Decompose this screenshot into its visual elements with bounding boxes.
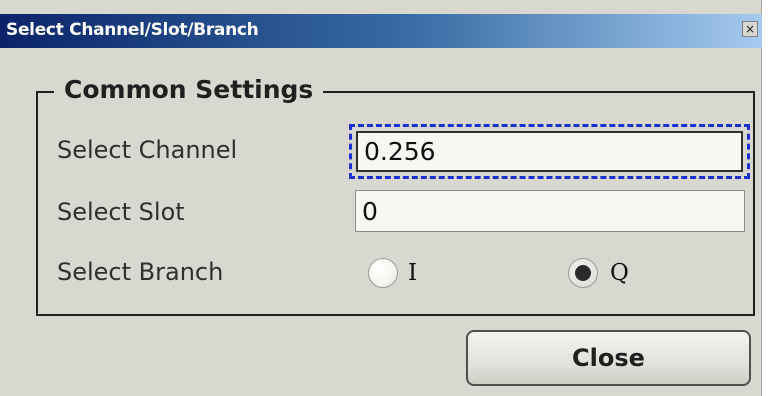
group-title: Common Settings [54, 75, 324, 104]
branch-i-label: I [408, 260, 418, 286]
channel-focus-ring [349, 124, 750, 179]
select-slot-label: Select Slot [57, 198, 185, 226]
select-slot-input[interactable] [355, 190, 745, 232]
window-title: Select Channel/Slot/Branch [6, 20, 259, 40]
select-channel-input[interactable] [356, 131, 743, 172]
window-close-icon[interactable]: × [742, 21, 758, 37]
branch-i-radio[interactable] [368, 258, 398, 288]
branch-q-radio[interactable] [568, 258, 598, 288]
radio-selected-dot [575, 265, 591, 281]
select-branch-label: Select Branch [57, 258, 224, 286]
select-channel-label: Select Channel [57, 136, 238, 164]
branch-q-label: Q [610, 260, 629, 286]
title-bar[interactable]: Select Channel/Slot/Branch × [0, 14, 762, 48]
close-button[interactable]: Close [466, 330, 751, 386]
dialog-window: Select Channel/Slot/Branch × Common Sett… [0, 0, 762, 396]
